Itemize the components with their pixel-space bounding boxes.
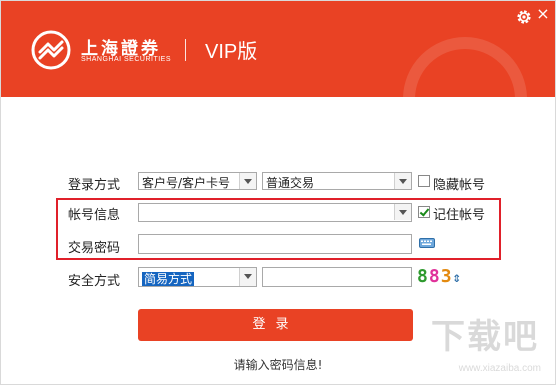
chevron-down-icon[interactable] — [239, 173, 256, 189]
watermark-url: www.xiazaiba.com — [458, 363, 541, 374]
login-type-select[interactable]: 客户号/客户卡号 — [138, 172, 257, 190]
password-field[interactable] — [138, 234, 412, 254]
decorative-circle — [403, 37, 527, 97]
gear-icon[interactable] — [515, 8, 533, 26]
hide-account-label: 隐藏帐号 — [433, 178, 486, 193]
security-method-value-wrap: 简易方式 — [142, 270, 195, 287]
refresh-icon[interactable]: ⇕ — [453, 270, 462, 286]
login-type-value: 客户号/客户卡号 — [142, 176, 231, 190]
account-label: 帐号信息 — [68, 208, 121, 223]
brand-divider — [185, 39, 186, 61]
security-method-value: 简易方式 — [142, 272, 195, 286]
logo-icon — [31, 30, 71, 70]
watermark-text: 下载吧 — [431, 317, 539, 357]
login-window: 上海證券 SHANGHAI SECURITIES VIP版 × 登录方式 客户号… — [0, 0, 556, 385]
login-type-label: 登录方式 — [68, 178, 121, 193]
trade-type-select[interactable]: 普通交易 — [262, 172, 412, 190]
brand-name-en: SHANGHAI SECURITIES — [81, 56, 172, 63]
watermark: 下载吧 www.xiazaiba.com — [425, 314, 549, 380]
chevron-down-icon[interactable] — [394, 173, 411, 189]
remember-account-checkbox[interactable] — [418, 206, 430, 218]
captcha-digit: 8 — [417, 266, 429, 287]
security-method-select[interactable]: 简易方式 — [138, 267, 257, 287]
keyboard-icon[interactable] — [419, 237, 435, 249]
remember-account-label: 记住帐号 — [433, 208, 486, 223]
trade-type-value: 普通交易 — [266, 176, 315, 190]
close-icon[interactable]: × — [534, 5, 552, 23]
password-label: 交易密码 — [68, 241, 121, 256]
hide-account-checkbox[interactable] — [418, 175, 430, 187]
login-button[interactable]: 登录 — [138, 309, 413, 341]
chevron-down-icon[interactable] — [239, 268, 256, 286]
captcha-digit: 8 — [428, 266, 441, 287]
header-banner: 上海證券 SHANGHAI SECURITIES VIP版 × — [1, 1, 555, 97]
product-title: VIP版 — [205, 41, 258, 63]
account-input[interactable] — [138, 203, 412, 222]
captcha-input[interactable] — [262, 267, 412, 287]
chevron-down-icon[interactable] — [394, 204, 411, 220]
captcha-image[interactable]: 883⇕ — [417, 266, 473, 288]
security-label: 安全方式 — [68, 274, 121, 289]
captcha-digit: 3 — [440, 266, 453, 287]
